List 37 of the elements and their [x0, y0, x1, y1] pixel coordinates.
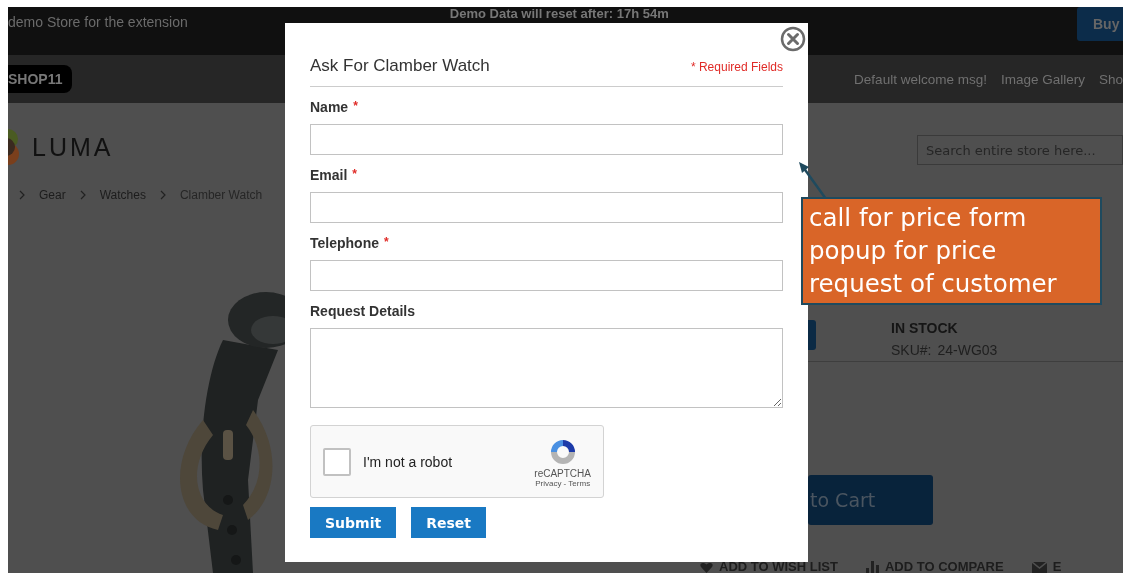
- required-mark: *: [353, 99, 358, 115]
- buy-button[interactable]: Buy: [1077, 7, 1123, 41]
- text-area[interactable]: [310, 328, 783, 408]
- chevron-icon: [19, 190, 25, 200]
- chevron-icon: [79, 190, 86, 200]
- store-badge: SHOP11: [8, 65, 73, 93]
- captcha-brand: reCAPTCHA: [534, 467, 591, 479]
- dialog-title: Ask For Clamber Watch: [310, 56, 490, 76]
- add-to-cart-button[interactable]: to Cart: [808, 475, 933, 525]
- checkbox[interactable]: [323, 447, 351, 476]
- logo-text[interactable]: LUMA: [32, 132, 114, 162]
- store-notice: demo Store for the extension: [8, 14, 188, 30]
- logo-icon[interactable]: [8, 128, 20, 166]
- required-fields-note: * Required Fields: [690, 60, 783, 74]
- field-label: Email: [310, 167, 348, 183]
- close-icon[interactable]: [780, 26, 806, 52]
- nav-link[interactable]: Sho: [1098, 71, 1123, 87]
- reset-countdown: Demo Data will reset after: 17h 54m: [449, 7, 669, 21]
- privacy-terms-link[interactable]: Privacy - Terms: [535, 478, 591, 488]
- bar-chart-icon: [865, 561, 879, 573]
- input-field[interactable]: [310, 260, 783, 291]
- form-button[interactable]: Reset: [411, 507, 486, 538]
- heart-icon: [700, 561, 713, 573]
- input-field[interactable]: [310, 192, 783, 223]
- field-label: Telephone: [310, 235, 379, 251]
- form-button[interactable]: Submit: [310, 507, 397, 538]
- nav-link[interactable]: Default welcome msg!: [854, 71, 987, 87]
- nav-link[interactable]: Image Gallery: [1000, 71, 1085, 87]
- field-label: Name: [310, 99, 349, 115]
- field-label: Request Details: [310, 303, 416, 319]
- required-mark: *: [352, 167, 358, 183]
- required-mark: *: [383, 235, 389, 251]
- chevron-icon: [159, 190, 166, 200]
- callout-note: call for price form popup for price request of customer: [801, 197, 1102, 305]
- checkbox-label: I'm not a robot: [363, 453, 453, 470]
- stock-status: IN STOCK: [891, 320, 959, 336]
- input-field[interactable]: [310, 124, 783, 155]
